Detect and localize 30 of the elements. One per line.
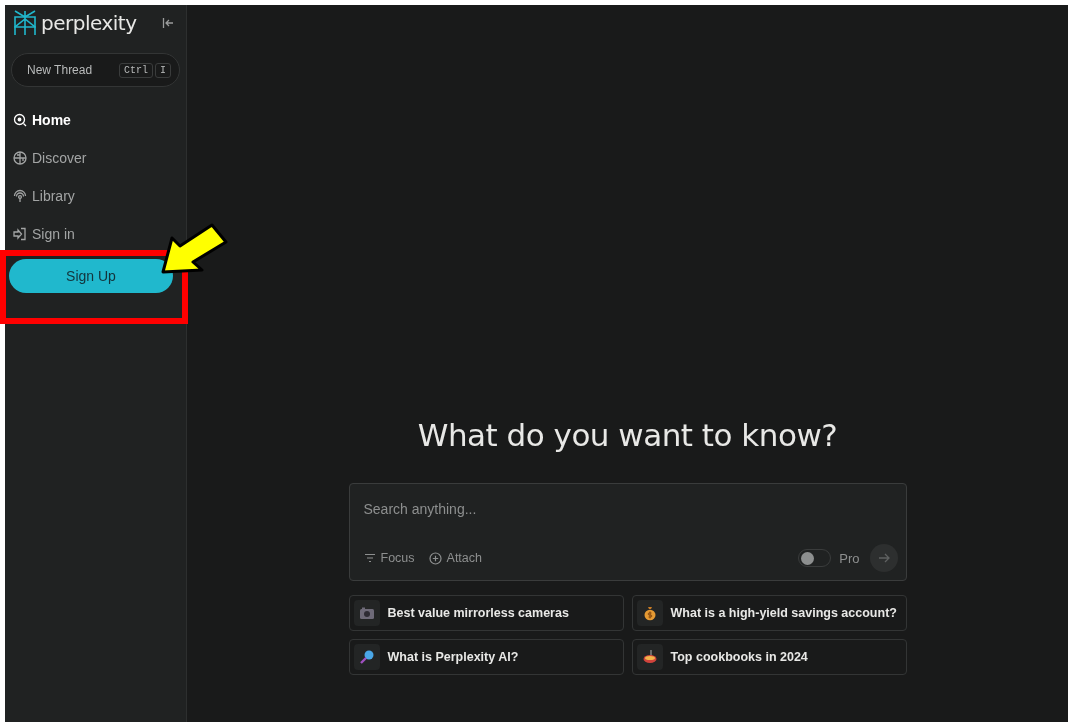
magnifier-icon <box>358 649 375 665</box>
search-icon <box>13 113 27 127</box>
attach-button[interactable]: Attach <box>428 551 482 565</box>
suggestion-button[interactable]: What is Perplexity AI? <box>348 639 624 675</box>
suggestion-button[interactable]: Top cookbooks in 2024 <box>631 639 907 675</box>
plus-circle-icon <box>428 551 442 565</box>
sign-in-icon <box>13 227 27 241</box>
nav-item[interactable]: Library <box>11 184 75 208</box>
new-thread-button[interactable]: New Thread Ctrl I <box>11 53 180 87</box>
brand-name: perplexity <box>41 11 137 35</box>
focus-button[interactable]: Focus <box>363 551 415 565</box>
nav-item[interactable]: Sign in <box>11 222 75 246</box>
suggestion-button[interactable]: What is a high-yield savings account? <box>631 595 907 631</box>
shortcut-key: Ctrl <box>118 62 153 78</box>
main-heading: What do you want to know? <box>417 417 838 453</box>
shortcut-key: I <box>155 62 171 78</box>
logo-icon <box>13 10 37 36</box>
collapse-sidebar-icon[interactable] <box>162 17 174 29</box>
pro-label: Pro <box>839 550 860 566</box>
signal-icon <box>13 189 27 203</box>
filter-icon <box>363 553 376 563</box>
search-field[interactable]: Search anything... <box>363 498 898 520</box>
globe-icon <box>13 151 27 165</box>
suggestion-button[interactable]: Best value mirrorless cameras <box>348 595 624 631</box>
nav-item[interactable]: Discover <box>11 146 87 170</box>
camera-icon <box>358 605 375 621</box>
sign-up-button[interactable]: Sign Up <box>9 259 173 293</box>
cooking-pot-icon <box>641 649 658 665</box>
nav-item[interactable]: Home <box>11 108 71 132</box>
arrow-right-icon <box>877 552 890 564</box>
